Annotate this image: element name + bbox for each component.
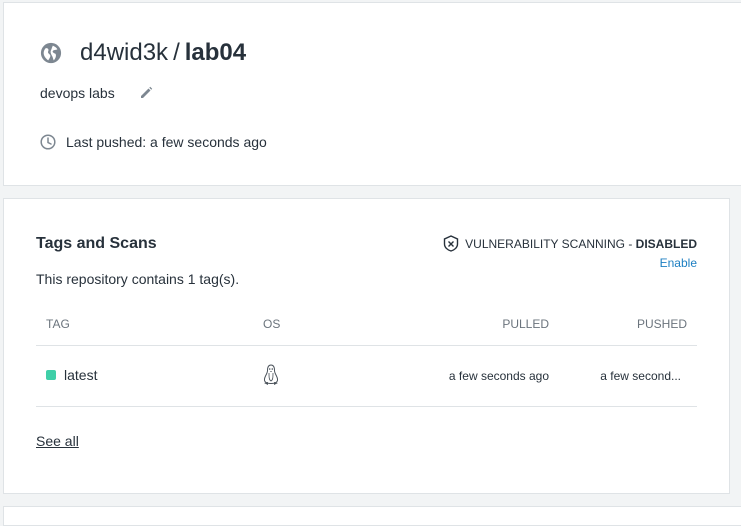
tags-and-scans-card: Tags and Scans This repository contains … <box>3 198 730 494</box>
tag-name-link[interactable]: latest <box>64 367 97 383</box>
column-header-tag: TAG <box>46 317 70 331</box>
last-pushed-text: Last pushed: a few seconds ago <box>66 134 267 150</box>
repo-separator: / <box>173 39 180 66</box>
tags-count-text: This repository contains 1 tag(s). <box>36 271 240 287</box>
linux-icon <box>263 364 279 385</box>
repo-description-row: devops labs <box>40 85 153 101</box>
shield-x-icon <box>443 235 459 252</box>
vuln-status: DISABLED <box>635 236 697 251</box>
last-pushed-row: Last pushed: a few seconds ago <box>40 134 267 150</box>
repo-description: devops labs <box>40 85 115 101</box>
repo-header-card: d4wid3k / lab04 devops labs Last pushed:… <box>3 2 741 186</box>
pencil-icon[interactable] <box>139 86 153 100</box>
table-row: latest a few seconds ago a few second... <box>36 346 697 407</box>
vuln-label: VULNERABILITY SCANNING - <box>465 236 636 251</box>
enable-scanning-link[interactable]: Enable <box>443 256 697 270</box>
tag-cell: latest <box>46 367 97 383</box>
pulled-cell: a few seconds ago <box>448 369 549 383</box>
pushed-cell: a few second... <box>600 369 681 383</box>
column-header-os: OS <box>263 317 281 331</box>
see-all-link[interactable]: See all <box>36 433 79 449</box>
globe-icon <box>40 42 62 64</box>
vulnerability-scanning-status: VULNERABILITY SCANNING - DISABLED Enable <box>443 235 697 270</box>
clock-icon <box>40 134 56 150</box>
next-card <box>3 506 741 526</box>
column-header-pushed: PUSHED <box>636 317 687 331</box>
tag-status-dot <box>46 370 56 381</box>
tags-section-title: Tags and Scans <box>36 235 157 252</box>
repo-title: d4wid3k / lab04 <box>40 39 246 67</box>
tags-table-header: TAG OS PULLED PUSHED <box>36 309 697 346</box>
repo-name: lab04 <box>184 39 247 66</box>
column-header-pulled: PULLED <box>502 317 549 331</box>
repo-namespace[interactable]: d4wid3k <box>80 39 168 67</box>
